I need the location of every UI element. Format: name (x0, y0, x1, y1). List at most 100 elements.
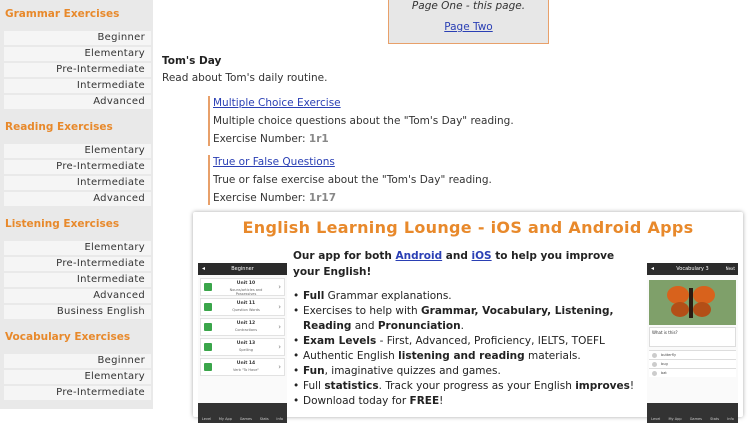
pagination-box: Page One - this page. Page Two (388, 0, 549, 44)
answer-list: butterfly bug bat (649, 350, 736, 377)
unit-title: Unit 14 (236, 361, 256, 366)
unlock-icon (204, 323, 212, 331)
unit-row: Unit 10 Nouns/articles and Possessives › (200, 278, 285, 296)
exercise-number: 1r17 (308, 192, 337, 204)
exercise-description: Multiple choice questions about the "Tom… (213, 115, 514, 127)
chevron-right-icon: › (278, 343, 281, 351)
unlock-icon (204, 283, 212, 291)
butterfly-image (649, 280, 736, 325)
sidebar-item[interactable]: Elementary (4, 47, 151, 61)
phone-tab: Info (727, 417, 734, 421)
phone-header: ◂ Vocabulary 3 Next (647, 263, 738, 275)
answer-option: butterfly (649, 350, 736, 359)
sidebar-item[interactable]: Pre-Intermediate (4, 257, 151, 271)
sidebar-section: Vocabulary Exercises Beginner Elementary Pr… (0, 329, 153, 402)
phone-tab-bar: Level My App Games Stats Info (198, 403, 287, 423)
back-arrow-icon: ◂ (651, 265, 655, 272)
sidebar-item[interactable]: Beginner (4, 354, 151, 368)
sidebar-item[interactable]: Advanced (4, 289, 151, 303)
sidebar-item[interactable]: Advanced (4, 192, 151, 206)
phone-header-title: Beginner (231, 266, 254, 272)
sidebar-item[interactable]: Beginner (4, 31, 151, 45)
sidebar-item[interactable]: Elementary (4, 370, 151, 384)
sidebar-item[interactable]: Intermediate (4, 273, 151, 287)
promo-intro-text: Our app for both (293, 250, 392, 262)
unit-subtitle: Nouns/articles and Possessives (229, 288, 263, 296)
unit-title: Unit 13 (236, 341, 256, 346)
phone-header-title: Vocabulary 3 (676, 266, 709, 272)
exercise-number-label: Exercise Number: (213, 133, 306, 145)
sidebar-item[interactable]: Intermediate (4, 176, 151, 190)
sidebar-item[interactable]: Pre-Intermediate (4, 160, 151, 174)
page-one-label: Page One - this page. (411, 0, 526, 12)
sidebar-item[interactable]: Pre-Intermediate (4, 386, 151, 400)
quiz-body: What is this? butterfly bug bat (647, 275, 738, 403)
sidebar-item[interactable]: Pre-Intermediate (4, 63, 151, 77)
feature-item: Fun, imaginative quizzes and games. (293, 364, 643, 379)
phone-tab: My App (218, 417, 232, 421)
exercise-number: 1r1 (308, 133, 329, 145)
phone-tab: Games (239, 417, 252, 421)
exercise-link[interactable]: True or False Questions (213, 155, 548, 169)
sidebar-section-title: Listening Exercises (5, 218, 120, 230)
unit-subtitle: Spelling (239, 348, 253, 352)
phone-tab: My App (668, 417, 682, 421)
sidebar-item[interactable]: Advanced (4, 95, 151, 109)
phone-tab: Stats (259, 417, 269, 421)
unit-row: Unit 11 Question Words › (200, 298, 285, 316)
promo-intro: Our app for both Android and iOS to help… (293, 248, 633, 280)
feature-item: Exercises to help with Grammar, Vocabula… (293, 304, 643, 334)
unit-row: Unit 14 Verb "To Have" › (200, 358, 285, 376)
reading-description: Read about Tom's daily routine. (162, 72, 328, 84)
answer-option: bat (649, 368, 736, 377)
back-arrow-icon: ◂ (202, 265, 206, 272)
phone-screenshot-right: ◂ Vocabulary 3 Next What is this? butterfl… (647, 263, 738, 423)
sidebar-section-title: Vocabulary Exercises (5, 331, 131, 343)
phone-tab: Info (276, 417, 284, 421)
exercise-number-row: Exercise Number: 1r17 (213, 191, 548, 205)
feature-item: Full statistics. Track your progress as … (293, 379, 643, 394)
android-link[interactable]: Android (396, 250, 443, 262)
feature-item: Download today for FREE! (293, 394, 643, 409)
sidebar-item[interactable]: Elementary (4, 241, 151, 255)
unlock-icon (204, 363, 212, 371)
exercise-number-row: Exercise Number: 1r1 (213, 132, 548, 146)
ios-link[interactable]: iOS (472, 250, 492, 262)
phone-tab: Level (201, 417, 212, 421)
sidebar-section: Listening Exercises Elementary Pre-Interme… (0, 216, 153, 321)
unit-subtitle: Verb "To Have" (232, 368, 260, 372)
sidebar-item[interactable]: Business English (4, 305, 151, 319)
sidebar: Grammar Exercises Beginner Elementary Pre-I… (0, 0, 153, 409)
feature-list: Full Grammar explanations. Exercises to … (293, 289, 643, 409)
phone-tab-bar: Level My App Games Stats Info (647, 403, 738, 423)
unit-title: Unit 10 (236, 281, 256, 286)
phone-tab: Level (651, 417, 661, 421)
chevron-right-icon: › (278, 363, 281, 371)
promo-title: English Learning Lounge - iOS and Androi… (242, 218, 694, 237)
reading-title: Tom's Day (162, 55, 222, 67)
exercise-card: Multiple Choice Exercise Multiple choice… (208, 96, 548, 146)
promo-intro-and: and (445, 250, 468, 262)
chevron-right-icon: › (278, 283, 281, 291)
phone-header: ◂ Beginner (198, 263, 287, 275)
unit-title: Unit 12 (236, 321, 256, 326)
unit-list: Unit 10 Nouns/articles and Possessives › Un… (198, 275, 287, 403)
answer-option: bug (649, 359, 736, 368)
chevron-right-icon: › (278, 303, 281, 311)
unit-subtitle: Question Words (232, 308, 260, 312)
sidebar-section-title: Reading Exercises (5, 121, 113, 133)
feature-item: Full Grammar explanations. (293, 289, 643, 304)
main-content: Page One - this page. Page Two Tom's Day… (153, 0, 750, 423)
sidebar-item[interactable]: Intermediate (4, 79, 151, 93)
unit-title: Unit 11 (236, 301, 256, 306)
phone-screenshot-left: ◂ Beginner Unit 10 Nouns/articles and Poss… (198, 263, 287, 423)
sidebar-section: Reading Exercises Elementary Pre-Intermedi… (0, 119, 153, 208)
chevron-right-icon: › (278, 323, 281, 331)
sidebar-section-title: Grammar Exercises (5, 8, 120, 20)
sidebar-item[interactable]: Elementary (4, 144, 151, 158)
next-button: Next (725, 266, 735, 271)
page-two-link[interactable]: Page Two (389, 21, 548, 33)
question-box: What is this? (649, 327, 736, 347)
feature-item: Exam Levels - First, Advanced, Proficien… (293, 334, 643, 349)
exercise-link[interactable]: Multiple Choice Exercise (213, 96, 548, 110)
